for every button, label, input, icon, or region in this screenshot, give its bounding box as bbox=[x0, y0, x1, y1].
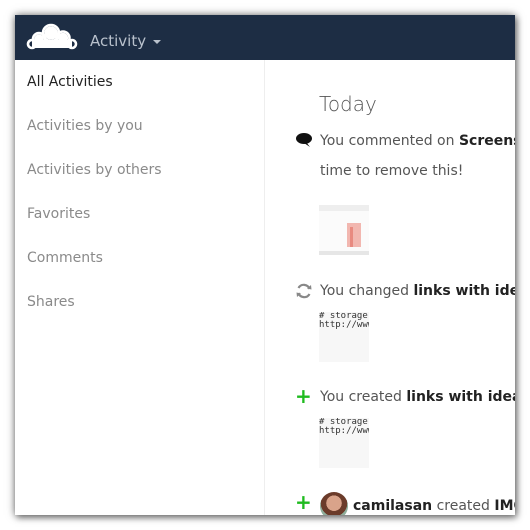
sidebar-item-favorites[interactable]: Favorites bbox=[27, 206, 90, 222]
text-file-preview[interactable]: # storage i http://www bbox=[319, 312, 369, 362]
activity-object-link[interactable]: links with ideas bbox=[413, 283, 515, 299]
preview-line: http://www bbox=[319, 320, 369, 330]
sync-icon bbox=[296, 283, 312, 299]
app-name: Activity bbox=[90, 32, 147, 50]
plus-icon: + bbox=[295, 384, 312, 408]
plus-icon: + bbox=[295, 490, 312, 514]
activity-stream: Today You commented on Screensh time to … bbox=[265, 60, 515, 515]
activity-verb: created bbox=[432, 498, 495, 514]
sidebar: All Activities Activities by you Activit… bbox=[15, 60, 265, 515]
activity-app-window: Activity All Activities Activities by yo… bbox=[15, 15, 515, 515]
sidebar-item-comments[interactable]: Comments bbox=[27, 250, 103, 266]
top-bar: Activity bbox=[15, 15, 515, 60]
activity-object-link[interactable]: links with ideas. bbox=[406, 389, 515, 405]
sidebar-item-shares[interactable]: Shares bbox=[27, 294, 75, 310]
section-title: Today bbox=[319, 92, 377, 116]
caret-down-icon bbox=[153, 40, 162, 44]
activity-text: camilasan created IMG_ bbox=[353, 498, 515, 514]
comment-text: time to remove this! bbox=[320, 163, 464, 179]
activity-prefix: You created bbox=[320, 389, 407, 405]
activity-object-link[interactable]: IMG_ bbox=[494, 498, 515, 514]
activity-text: You changed links with ideas bbox=[320, 283, 515, 299]
screenshot-thumbnail[interactable] bbox=[319, 205, 369, 255]
activity-prefix: You changed bbox=[320, 283, 414, 299]
activity-prefix: You commented on bbox=[320, 133, 459, 149]
sidebar-item-all-activities[interactable]: All Activities bbox=[27, 74, 113, 90]
text-file-preview[interactable]: # storage i http://www bbox=[319, 418, 369, 468]
activity-object-link[interactable]: Screensh bbox=[459, 133, 515, 149]
sidebar-item-activities-by-others[interactable]: Activities by others bbox=[27, 162, 162, 178]
preview-line: http://www bbox=[319, 426, 369, 436]
cloud-logo-icon[interactable] bbox=[26, 22, 78, 52]
sidebar-item-activities-by-you[interactable]: Activities by you bbox=[27, 118, 143, 134]
avatar[interactable] bbox=[320, 492, 348, 515]
comment-icon bbox=[296, 133, 312, 147]
app-menu-button[interactable]: Activity bbox=[90, 15, 162, 60]
activity-text: You created links with ideas. bbox=[320, 389, 515, 405]
activity-text: You commented on Screensh bbox=[320, 133, 515, 149]
activity-actor-link[interactable]: camilasan bbox=[353, 498, 432, 514]
